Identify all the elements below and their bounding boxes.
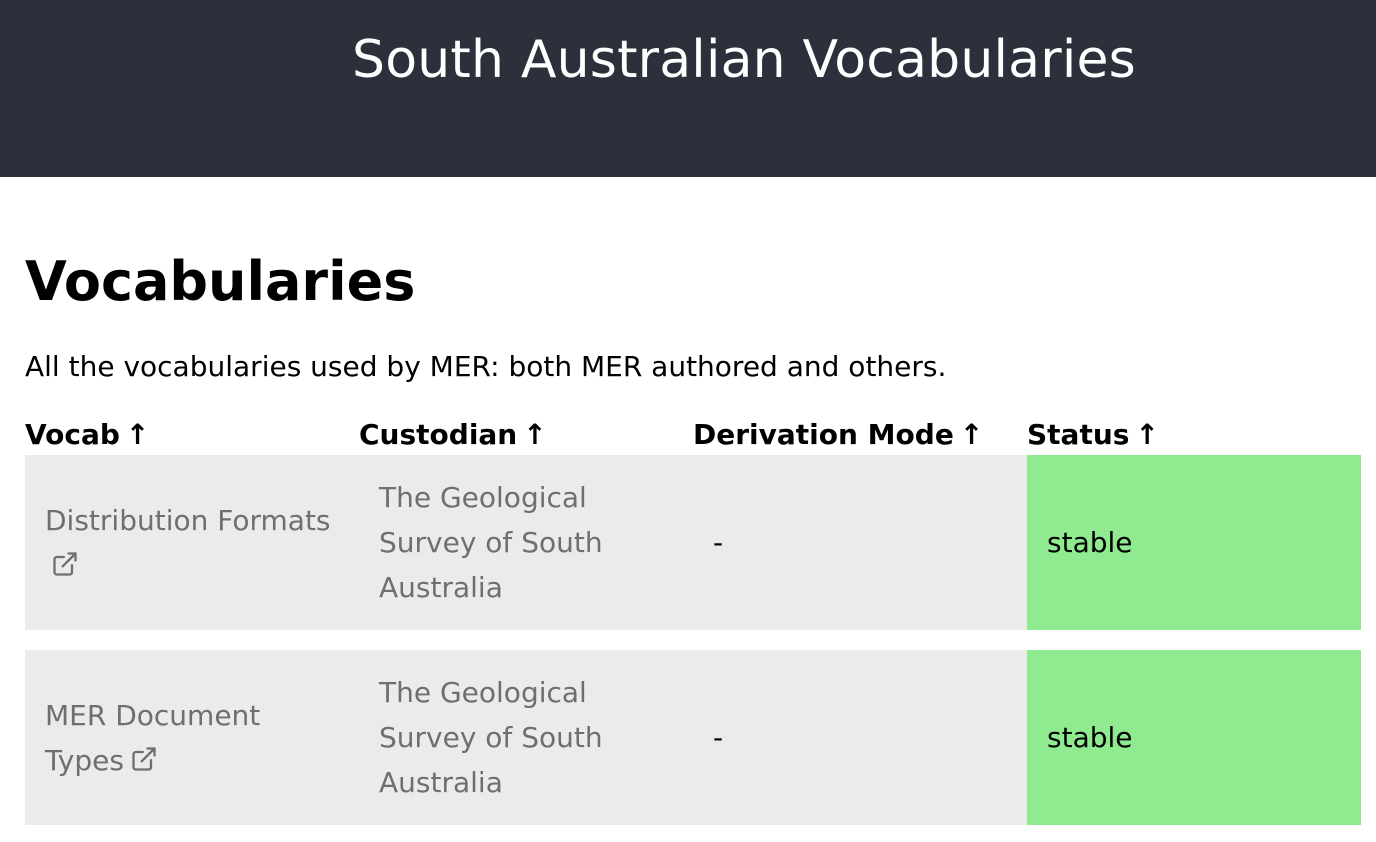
table-row: Distribution Formats The Geological Surv… — [25, 455, 1361, 630]
vocab-link-mer-document-types[interactable]: MER Document Types — [45, 699, 260, 777]
custodian-cell: The Geological Survey of South Australia — [359, 455, 693, 630]
column-header-label: Custodian — [359, 417, 518, 451]
external-link-icon — [132, 746, 156, 771]
vocab-cell: Distribution Formats — [25, 455, 359, 630]
vocab-table: Vocab ↑ Custodian ↑ Derivation Mode ↑ Statu… — [25, 413, 1361, 825]
sort-arrow-icon: ↑ — [523, 417, 547, 451]
sort-arrow-icon: ↑ — [1135, 417, 1159, 451]
column-header-label: Vocab — [25, 417, 120, 451]
external-link-icon — [53, 551, 77, 576]
column-header-derivation-mode[interactable]: Derivation Mode ↑ — [693, 413, 1027, 455]
sort-arrow-icon: ↑ — [125, 417, 150, 451]
column-header-vocab[interactable]: Vocab ↑ — [25, 413, 359, 455]
vocab-cell: MER Document Types — [25, 650, 359, 825]
row-spacer — [25, 630, 1361, 650]
status-badge: stable — [1027, 650, 1361, 825]
column-header-label: Derivation Mode — [693, 417, 954, 451]
table-header-row: Vocab ↑ Custodian ↑ Derivation Mode ↑ Statu… — [25, 413, 1361, 455]
table-row: MER Document Types The Geological Survey… — [25, 650, 1361, 825]
derivation-mode-cell: - — [693, 650, 1027, 825]
sort-arrow-icon: ↑ — [959, 417, 984, 451]
site-title[interactable]: South Australian Vocabularies — [352, 30, 1136, 90]
status-badge: stable — [1027, 455, 1361, 630]
vocab-link-distribution-formats[interactable]: Distribution Formats — [45, 504, 331, 582]
column-header-label: Status — [1027, 417, 1130, 451]
custodian-cell: The Geological Survey of South Australia — [359, 650, 693, 825]
page-description: All the vocabularies used by MER: both M… — [25, 350, 947, 383]
column-header-custodian[interactable]: Custodian ↑ — [359, 413, 693, 455]
page-title: Vocabularies — [25, 250, 416, 313]
derivation-mode-cell: - — [693, 455, 1027, 630]
column-header-status[interactable]: Status ↑ — [1027, 413, 1361, 455]
site-header: South Australian Vocabularies — [0, 0, 1376, 177]
vocab-link-label: Distribution Formats — [45, 503, 331, 537]
